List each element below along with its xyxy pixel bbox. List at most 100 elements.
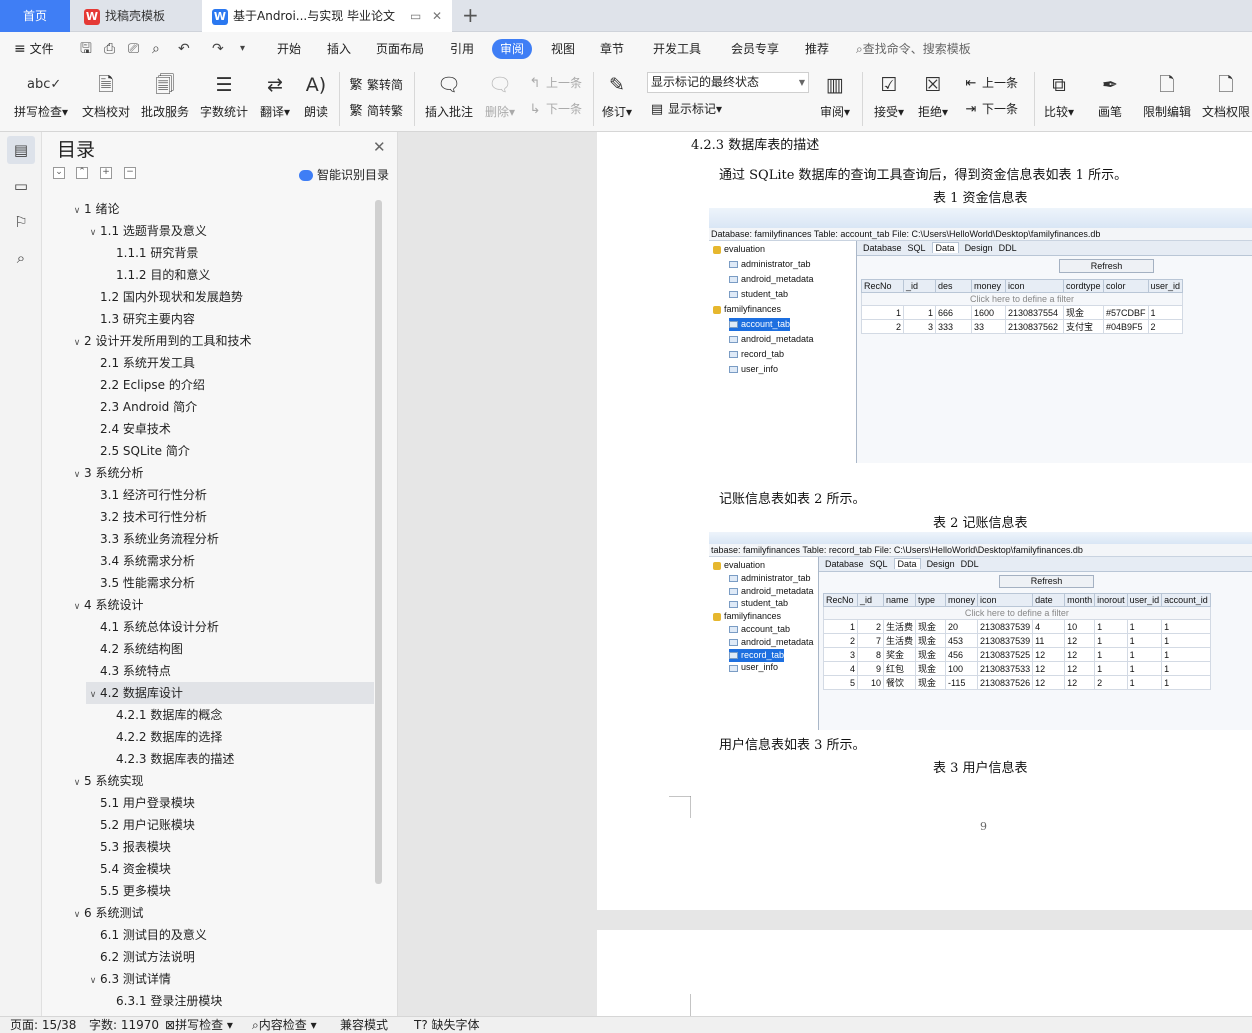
column-header[interactable]: money: [971, 279, 1006, 293]
toc-item[interactable]: 5.5 更多模块: [86, 880, 171, 902]
grid-cell[interactable]: 4: [823, 661, 858, 676]
chevron-down-icon[interactable]: ∨: [86, 970, 100, 992]
column-header[interactable]: inorout: [1094, 593, 1128, 607]
column-header[interactable]: icon: [1005, 279, 1064, 293]
grid-cell[interactable]: 现金: [915, 647, 947, 662]
grid-cell[interactable]: 1: [861, 305, 904, 320]
toc-panel-icon[interactable]: ▤: [7, 136, 35, 164]
toc-item[interactable]: 4.2.2 数据库的选择: [102, 726, 222, 748]
menu-member[interactable]: 会员专享: [731, 32, 779, 66]
grid-cell[interactable]: 生活费: [882, 633, 917, 648]
compare-button[interactable]: ⧉ 比较▾: [1040, 66, 1078, 120]
grid-cell[interactable]: 12: [1032, 647, 1066, 662]
column-header[interactable]: date: [1032, 593, 1066, 607]
menu-chapter[interactable]: 章节: [600, 32, 624, 66]
reject-button[interactable]: ☒ 拒绝▾: [914, 66, 952, 120]
toc-item[interactable]: 4.3 系统特点: [86, 660, 171, 682]
grid-cell[interactable]: #04B9F5: [1103, 319, 1149, 334]
toc-item[interactable]: 5.1 用户登录模块: [86, 792, 195, 814]
grid-cell[interactable]: 12: [1064, 675, 1096, 690]
grid-cell[interactable]: 33: [971, 319, 1006, 334]
grid-cell[interactable]: 12: [1064, 661, 1096, 676]
grid-cell[interactable]: 1: [1126, 647, 1163, 662]
grid-cell[interactable]: 3: [823, 647, 858, 662]
grid-cell[interactable]: 2130837562: [1005, 319, 1064, 334]
grid-cell[interactable]: 11: [1032, 633, 1066, 648]
proofread-button[interactable]: 🗎 文档校对: [80, 66, 132, 120]
grid-cell[interactable]: 餐饮: [882, 675, 917, 690]
chevron-down-icon[interactable]: ∨: [70, 200, 84, 222]
grid-cell[interactable]: 2130837525: [977, 647, 1034, 662]
accept-button[interactable]: ☑ 接受▾: [870, 66, 908, 120]
toc-item[interactable]: 6.2 测试方法说明: [86, 946, 195, 968]
find-icon[interactable]: ⌕: [7, 244, 35, 272]
undo-icon[interactable]: ↶: [178, 32, 190, 66]
column-header[interactable]: cordtype: [1063, 279, 1104, 293]
tab-sql[interactable]: SQL: [908, 243, 926, 253]
grid-cell[interactable]: 12: [1032, 661, 1066, 676]
toc-item[interactable]: 3.1 经济可行性分析: [86, 484, 207, 506]
grid-cell[interactable]: 100: [945, 661, 979, 676]
toc-item[interactable]: 1.1.2 目的和意义: [102, 264, 210, 286]
grid-cell[interactable]: 1600: [971, 305, 1006, 320]
grid-cell[interactable]: 2: [861, 319, 904, 334]
correction-service-button[interactable]: 🗐 批改服务: [139, 66, 191, 120]
toc-item[interactable]: 3.4 系统需求分析: [86, 550, 195, 572]
grid-cell[interactable]: 456: [945, 647, 979, 662]
export-icon[interactable]: ⎙: [104, 32, 115, 66]
grid-cell[interactable]: 1: [1126, 661, 1163, 676]
grid-cell[interactable]: 10: [1064, 619, 1096, 634]
chevron-down-icon[interactable]: ∨: [70, 772, 84, 794]
tab-home[interactable]: 首页: [0, 0, 70, 32]
toc-item[interactable]: ∨ 4 系统设计: [70, 594, 144, 616]
grid-cell[interactable]: 12: [1032, 675, 1066, 690]
collapse-all-icon[interactable]: ⌄: [53, 167, 65, 179]
grid-cell[interactable]: 8: [857, 647, 884, 662]
toc-item[interactable]: 2.2 Eclipse 的介绍: [86, 374, 205, 396]
filter-row[interactable]: Click here to define a filter: [823, 606, 1211, 620]
column-header[interactable]: month: [1064, 593, 1096, 607]
table-node[interactable]: administrator_tab: [729, 572, 811, 585]
grid-cell[interactable]: 1: [903, 305, 936, 320]
prev-change-button[interactable]: ⇤ 上一条: [963, 74, 1018, 91]
tab-data[interactable]: Data: [893, 558, 921, 569]
close-icon[interactable]: ✕: [373, 138, 386, 156]
db-node[interactable]: familyfinances: [713, 303, 781, 316]
tab-design[interactable]: Design: [965, 243, 993, 253]
table-node[interactable]: record_tab: [729, 648, 785, 662]
grid-cell[interactable]: 2130837533: [977, 661, 1034, 676]
toc-item[interactable]: 4.2.3 数据库表的描述: [102, 748, 234, 770]
content-check-status[interactable]: ⌕内容检查 ▾: [252, 1017, 317, 1033]
toc-item[interactable]: 6.1 测试目的及意义: [86, 924, 207, 946]
save-icon[interactable]: 🖫: [80, 32, 92, 66]
toc-item[interactable]: 2.1 系统开发工具: [86, 352, 195, 374]
next-comment-button[interactable]: ↳ 下一条: [527, 100, 582, 117]
toc-item[interactable]: 3.2 技术可行性分析: [86, 506, 207, 528]
grid-cell[interactable]: 现金: [915, 619, 947, 634]
grid-cell[interactable]: 12: [1064, 647, 1096, 662]
toc-item[interactable]: ∨ 4.2 数据库设计: [86, 682, 374, 704]
menu-layout[interactable]: 页面布局: [376, 32, 424, 66]
column-header[interactable]: user_id: [1147, 279, 1184, 293]
review-pane-button[interactable]: ▥ 审阅▾: [816, 66, 854, 120]
missing-fonts[interactable]: T? 缺失字体: [414, 1017, 480, 1033]
tab-ddl[interactable]: DDL: [961, 559, 979, 569]
toc-item[interactable]: 4.2 系统结构图: [86, 638, 183, 660]
chevron-down-icon[interactable]: ∨: [70, 904, 84, 926]
column-header[interactable]: type: [915, 593, 947, 607]
toc-item[interactable]: 6.3.1 登录注册模块: [102, 990, 222, 1012]
table-node[interactable]: android_metadata: [729, 636, 814, 649]
toc-item[interactable]: ∨ 1.1 选题背景及意义: [86, 220, 207, 242]
column-header[interactable]: RecNo: [823, 593, 858, 607]
grid-cell[interactable]: 2: [857, 619, 884, 634]
table-row[interactable]: 2 3 333 33 2130837562 支付宝 #04B9F5 2: [861, 319, 1184, 334]
table-node[interactable]: android_metadata: [729, 333, 814, 346]
grid-cell[interactable]: 3: [903, 319, 936, 334]
table-node[interactable]: administrator_tab: [729, 258, 811, 271]
grid-cell[interactable]: 5: [823, 675, 858, 690]
tab-database[interactable]: Database: [825, 559, 864, 569]
tab-design[interactable]: Design: [927, 559, 955, 569]
grid-cell[interactable]: 2130837554: [1005, 305, 1064, 320]
bookmark-icon[interactable]: ⚐: [7, 208, 35, 236]
grid-cell[interactable]: 1: [1126, 619, 1163, 634]
